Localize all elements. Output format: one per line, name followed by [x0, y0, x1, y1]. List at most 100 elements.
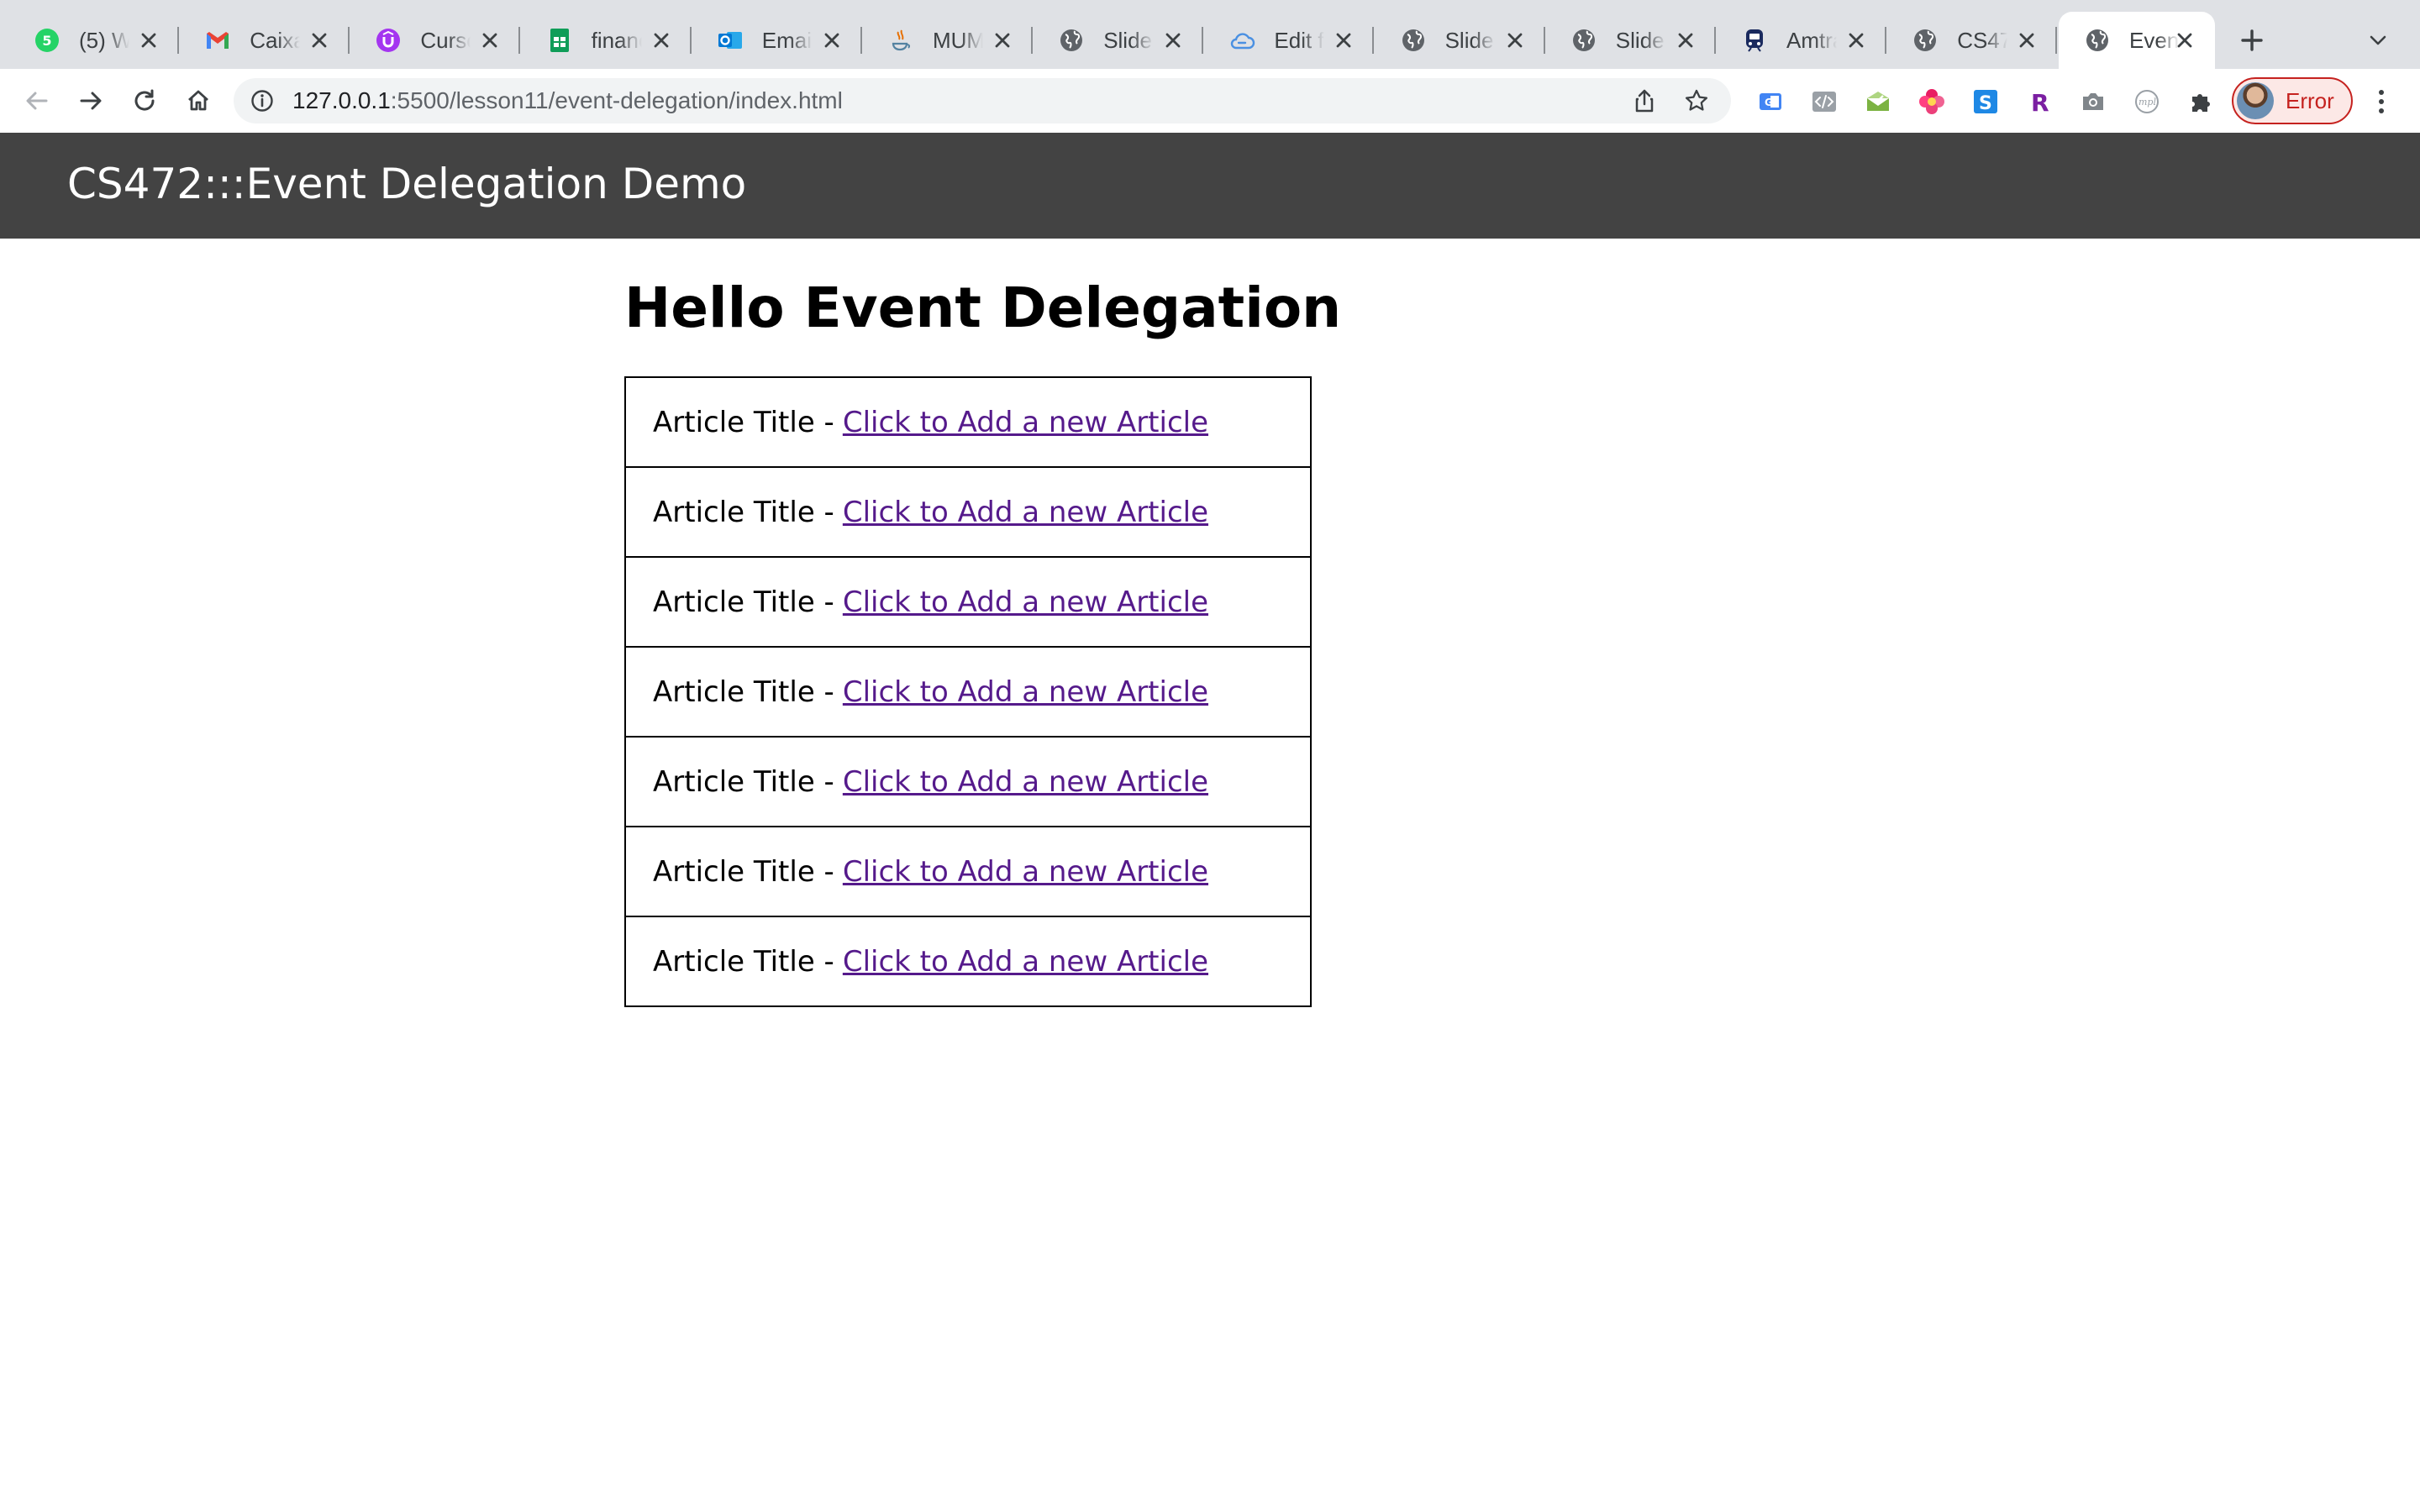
close-icon[interactable] [991, 29, 1014, 52]
gmail-icon [204, 27, 231, 54]
sheets-icon [546, 27, 573, 54]
tab-5-w[interactable]: 5 (5) W [8, 12, 179, 69]
puzzle-icon [2192, 94, 2210, 112]
extension-r[interactable]: R [2025, 87, 2054, 116]
reload-button[interactable] [126, 82, 163, 119]
article-title: Article Title - [653, 764, 834, 799]
close-icon[interactable] [1161, 29, 1185, 52]
bookmark-star-icon[interactable] [1684, 88, 1709, 113]
close-icon[interactable] [1332, 29, 1355, 52]
new-tab-button[interactable] [2235, 24, 2269, 57]
tab-title: Slide [1444, 27, 1494, 53]
globe-icon [1912, 27, 1939, 54]
app-header: CS472:::Event Delegation Demo [0, 133, 2420, 239]
add-article-link[interactable]: Click to Add a new Article [843, 406, 1208, 439]
app-title: CS472:::Event Delegation Demo [67, 160, 747, 208]
svg-text:mpl: mpl [2139, 97, 2156, 108]
reload-icon [134, 89, 155, 111]
article-title: Article Title - [653, 495, 834, 529]
close-icon[interactable] [1503, 29, 1527, 52]
article-row: Article Title - Click to Add a new Articl… [624, 558, 1312, 648]
camera-icon [2083, 93, 2103, 110]
translate-icon: G [1760, 93, 1781, 110]
tab-mum[interactable]: MUM [862, 12, 1033, 69]
extension-s[interactable]: S [1971, 87, 2000, 116]
forward-button[interactable] [72, 82, 109, 119]
close-icon[interactable] [820, 29, 844, 52]
tab-curso[interactable]: Curso [350, 12, 521, 69]
tab-slide[interactable]: Slide [1375, 12, 1545, 69]
home-button[interactable] [180, 82, 217, 119]
tab-title: Caixa [250, 27, 301, 53]
tab-slide[interactable]: Slide [1545, 12, 1716, 69]
profile-error-button[interactable]: Error [2232, 77, 2353, 124]
tab-email[interactable]: Email [692, 12, 862, 69]
close-icon[interactable] [650, 29, 673, 52]
tab-financ[interactable]: financ [521, 12, 692, 69]
back-button[interactable] [18, 82, 55, 119]
close-icon[interactable] [2015, 29, 2039, 52]
add-article-link[interactable]: Click to Add a new Article [843, 585, 1208, 619]
svg-text:S: S [1979, 93, 1992, 114]
arrow-left-icon [26, 92, 48, 110]
extension-translate[interactable]: G [1756, 87, 1785, 116]
tab-event-active[interactable]: Event [2059, 12, 2215, 69]
close-icon[interactable] [478, 29, 502, 52]
article-title: Article Title - [653, 675, 834, 709]
tab-amtra[interactable]: Amtra [1716, 12, 1886, 69]
extensions-button[interactable] [2186, 87, 2215, 116]
r-logo-icon: R [2031, 89, 2049, 115]
extension-code[interactable] [1810, 87, 1839, 116]
svg-text:R: R [2031, 89, 2049, 115]
close-icon[interactable] [1844, 29, 1868, 52]
close-icon[interactable] [308, 29, 331, 52]
add-article-link[interactable]: Click to Add a new Article [843, 855, 1208, 889]
code-icon [1812, 92, 1836, 112]
add-article-link[interactable]: Click to Add a new Article [843, 496, 1208, 529]
info-icon[interactable] [250, 89, 274, 113]
tab-title: Curso [420, 27, 471, 53]
tab-caixa[interactable]: Caixa [179, 12, 350, 69]
share-icon[interactable] [1632, 88, 1657, 113]
add-article-link[interactable]: Click to Add a new Article [843, 945, 1208, 979]
globe-icon [1400, 27, 1427, 54]
globe-icon [1570, 27, 1597, 54]
browser-menu-button[interactable] [2375, 87, 2388, 116]
tab-title: CS47 [1957, 27, 2008, 53]
tab-title: financ [591, 27, 642, 53]
outlook-icon [717, 27, 744, 54]
flower-icon [1919, 89, 1944, 114]
svg-text:G: G [1765, 97, 1773, 108]
extension-camera[interactable] [2079, 87, 2107, 116]
extension-mpl[interactable]: mpl [2133, 87, 2161, 116]
s-logo-icon: S [1974, 90, 1997, 114]
svg-text:5: 5 [42, 33, 51, 49]
article-title: Article Title - [653, 585, 834, 619]
add-article-link[interactable]: Click to Add a new Article [843, 675, 1208, 709]
train-icon [1741, 27, 1768, 54]
url-path: :5500/lesson11/event-delegation/index.ht… [390, 87, 843, 113]
extension-flower[interactable] [1918, 87, 1946, 116]
browser-toolbar: 127.0.0.1:5500/lesson11/event-delegation… [0, 69, 2420, 133]
tab-edit-f[interactable]: Edit f [1203, 12, 1375, 69]
extension-mail[interactable] [1864, 87, 1892, 116]
address-bar[interactable]: 127.0.0.1:5500/lesson11/event-delegation… [234, 78, 1731, 123]
tab-search-button[interactable] [2366, 29, 2390, 52]
tab-cs47[interactable]: CS47 [1886, 12, 2058, 69]
article-row: Article Title - Click to Add a new Articl… [624, 917, 1312, 1007]
arrow-right-icon [80, 92, 102, 110]
url-host: 127.0.0.1 [292, 87, 391, 113]
page-heading: Hello Event Delegation [624, 276, 1342, 340]
cloud-icon [1228, 27, 1255, 54]
tab-title: Slide [1103, 27, 1153, 53]
article-row: Article Title - Click to Add a new Articl… [624, 827, 1312, 917]
close-icon[interactable] [2173, 29, 2196, 52]
tab-strip: 5 (5) W Caixa Curso financ Email MUM Slide Edit … [0, 0, 2420, 71]
article-row: Article Title - Click to Add a new Articl… [624, 738, 1312, 827]
close-icon[interactable] [137, 29, 160, 52]
home-icon [188, 90, 208, 111]
url-text[interactable]: 127.0.0.1:5500/lesson11/event-delegation… [292, 87, 843, 114]
tab-slide[interactable]: Slide [1033, 12, 1204, 69]
add-article-link[interactable]: Click to Add a new Article [843, 765, 1208, 799]
close-icon[interactable] [1674, 29, 1697, 52]
